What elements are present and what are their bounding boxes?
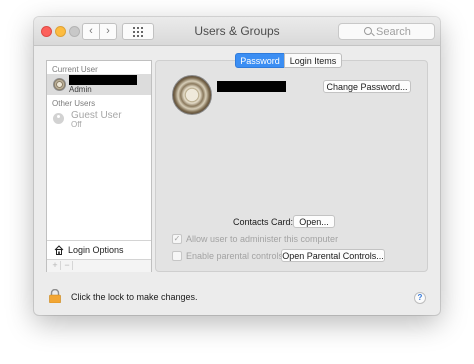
- sidebar-item-guest-user[interactable]: Guest User Off: [47, 109, 151, 130]
- back-button[interactable]: ‹: [82, 23, 100, 40]
- tab-login-items[interactable]: Login Items: [284, 53, 342, 68]
- add-user-button[interactable]: +: [50, 261, 61, 270]
- chevron-left-icon: ‹: [89, 25, 93, 37]
- open-parental-controls-button[interactable]: Open Parental Controls...: [281, 249, 385, 262]
- login-options-label: Login Options: [68, 245, 124, 255]
- other-users-heading: Other Users: [52, 99, 96, 108]
- search-icon: [364, 27, 372, 35]
- forward-button[interactable]: ›: [99, 23, 117, 40]
- window-title: Users & Groups: [194, 24, 280, 38]
- guest-user-icon: [53, 113, 64, 124]
- lock-icon[interactable]: [48, 289, 62, 303]
- tab-password[interactable]: Password: [235, 53, 285, 68]
- redacted-full-name: [217, 81, 286, 92]
- grid-icon: [133, 27, 143, 37]
- help-button[interactable]: ?: [414, 292, 426, 304]
- parental-controls-checkbox[interactable]: [172, 251, 182, 261]
- user-avatar: [53, 78, 66, 91]
- allow-admin-label: Allow user to administer this computer: [186, 234, 339, 244]
- sidebar-item-current-user[interactable]: Admin: [47, 74, 151, 95]
- redacted-username: [69, 75, 137, 85]
- user-role: Admin: [69, 85, 92, 94]
- minimize-button[interactable]: [55, 26, 66, 37]
- open-contacts-button[interactable]: Open...: [293, 215, 335, 228]
- close-button[interactable]: [41, 26, 52, 37]
- change-password-button[interactable]: Change Password...: [323, 80, 411, 93]
- lock-message: Click the lock to make changes.: [71, 292, 198, 302]
- allow-admin-checkbox[interactable]: ✓: [172, 234, 182, 244]
- search-input[interactable]: [376, 24, 431, 39]
- user-picture[interactable]: [172, 75, 212, 115]
- sidebar-toolbar: + −: [47, 259, 151, 272]
- users-sidebar: Current User Admin Other Users Guest Use…: [46, 60, 152, 272]
- house-icon: [54, 245, 64, 255]
- current-user-heading: Current User: [52, 65, 98, 74]
- guest-user-status: Off: [71, 120, 82, 129]
- parental-controls-label: Enable parental controls: [186, 251, 284, 261]
- search-field[interactable]: [338, 23, 435, 40]
- chevron-right-icon: ›: [106, 25, 110, 37]
- title-bar: ‹ › Users & Groups: [34, 17, 440, 46]
- contacts-card-label: Contacts Card:: [233, 217, 294, 227]
- login-options-item[interactable]: Login Options: [47, 240, 151, 259]
- show-all-button[interactable]: [122, 23, 154, 40]
- zoom-button[interactable]: [69, 26, 80, 37]
- users-groups-window: ‹ › Users & Groups Current User Admin Ot…: [34, 17, 440, 315]
- remove-user-button[interactable]: −: [62, 261, 73, 270]
